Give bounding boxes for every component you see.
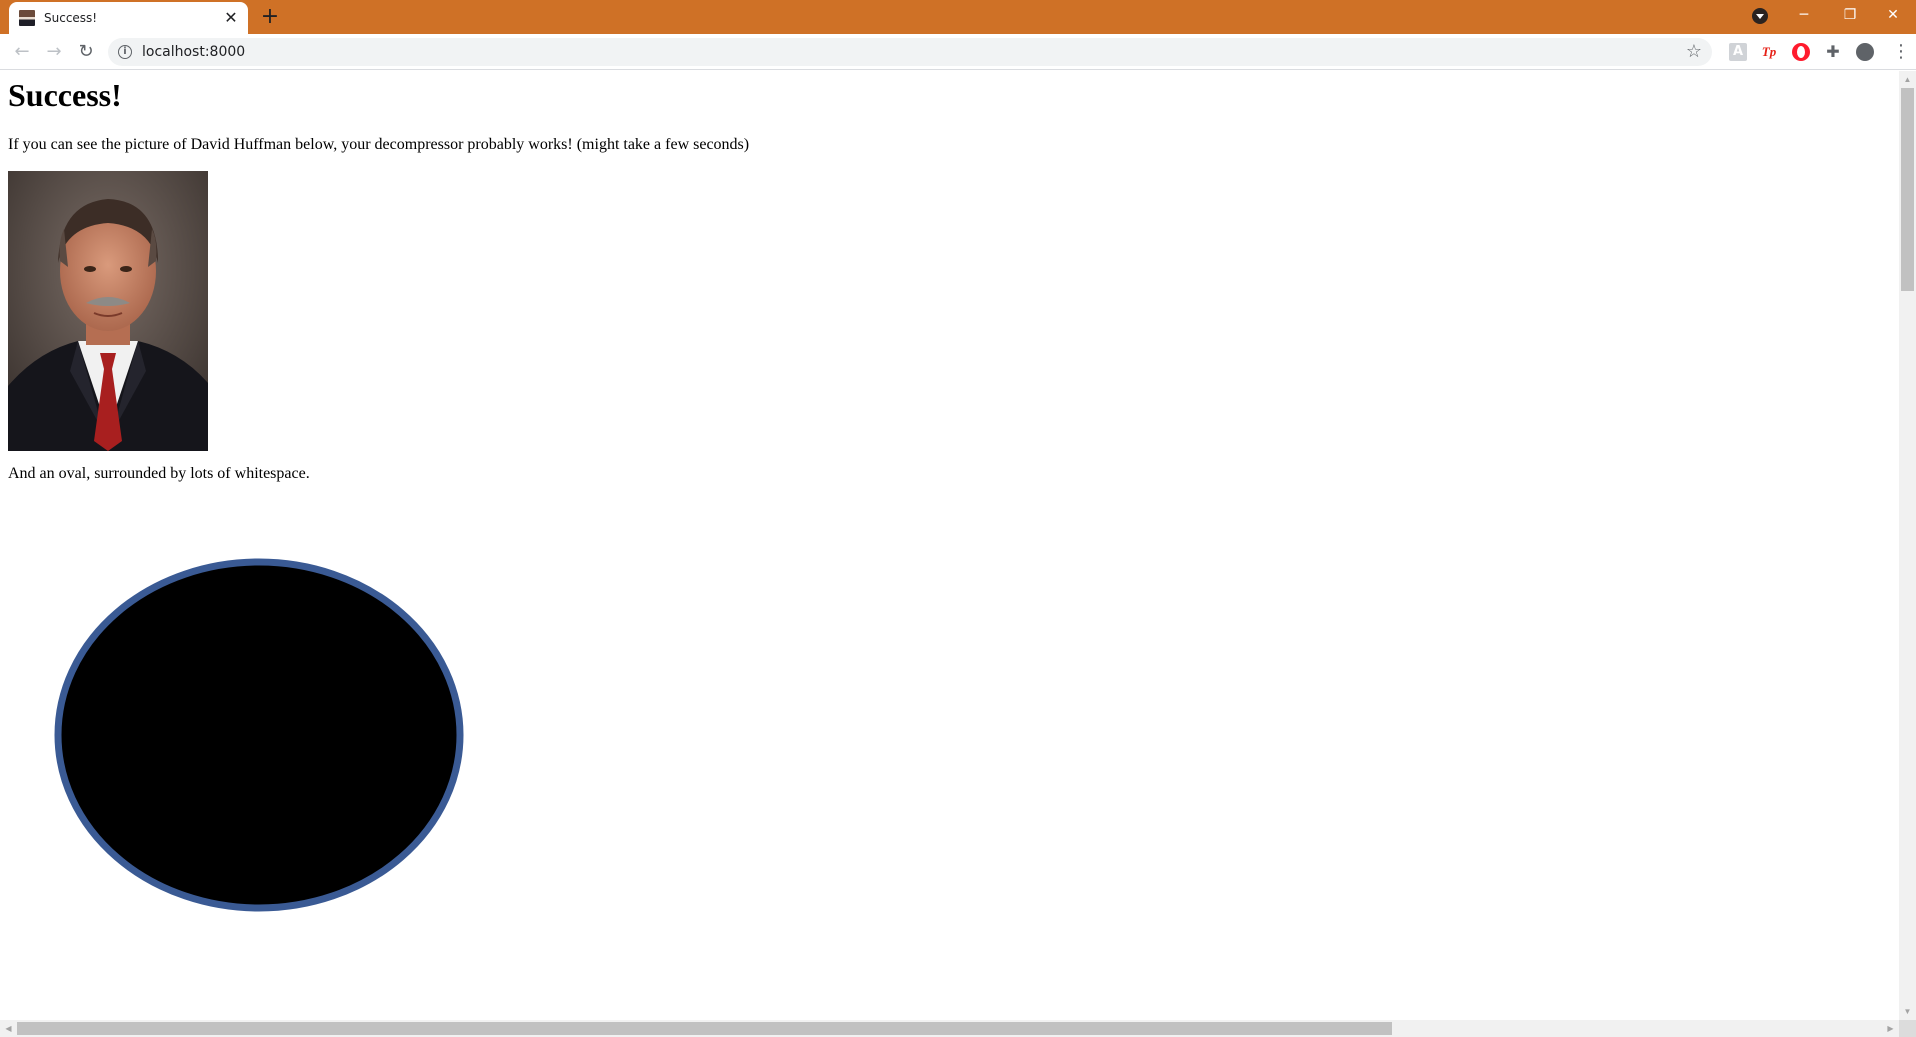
vertical-scrollbar[interactable]: ▲ ▼ [1899, 71, 1916, 1020]
url-text[interactable]: localhost:8000 [142, 44, 245, 60]
tab-search-icon[interactable] [1752, 8, 1768, 24]
restore-button[interactable]: ❐ [1827, 0, 1873, 30]
reload-button[interactable]: ↻ [72, 40, 100, 64]
scroll-down-icon[interactable]: ▼ [1899, 1003, 1916, 1020]
browser-toolbar: ← → ↻ i localhost:8000 ☆ A Tp ✚ ⋮ [0, 34, 1916, 70]
scrollbar-corner [1899, 1020, 1916, 1037]
opera-icon[interactable] [1792, 43, 1810, 61]
puzzle-icon[interactable]: ✚ [1824, 43, 1842, 61]
ext-generic-icon[interactable]: A [1729, 43, 1747, 61]
title-bar: Success! ✕ + ─ ❐ ✕ [0, 0, 1916, 34]
horizontal-scrollbar[interactable]: ◀ ▶ [0, 1020, 1899, 1037]
oval-caption: And an oval, surrounded by lots of white… [8, 465, 310, 482]
back-button[interactable]: ← [8, 40, 36, 64]
scroll-right-icon[interactable]: ▶ [1882, 1020, 1899, 1037]
oval-shape [54, 558, 464, 912]
tab-title: Success! [44, 11, 98, 25]
portrait-favicon-icon [19, 10, 35, 26]
browser-tab[interactable]: Success! ✕ [9, 2, 248, 34]
forward-button[interactable]: → [40, 40, 68, 64]
horizontal-scroll-thumb[interactable] [17, 1022, 1392, 1035]
tab-close-icon[interactable]: ✕ [222, 9, 240, 27]
menu-icon[interactable]: ⋮ [1892, 42, 1910, 62]
page-title: Success! [8, 77, 122, 113]
new-tab-button[interactable]: + [258, 5, 282, 29]
intro-text: If you can see the picture of David Huff… [8, 136, 750, 153]
address-bar[interactable]: i localhost:8000 ☆ [108, 38, 1712, 66]
minimize-button[interactable]: ─ [1781, 0, 1827, 30]
scroll-left-icon[interactable]: ◀ [0, 1020, 17, 1037]
page-viewport: Success! If you can see the picture of D… [0, 71, 1916, 1037]
profile-icon[interactable] [1856, 43, 1874, 61]
oval-graphic [52, 557, 466, 913]
scroll-up-icon[interactable]: ▲ [1899, 71, 1916, 88]
info-icon[interactable]: i [118, 45, 132, 59]
close-window-button[interactable]: ✕ [1870, 0, 1916, 30]
tampermonkey-icon[interactable]: Tp [1760, 43, 1778, 61]
bookmark-star-icon[interactable]: ☆ [1686, 41, 1702, 62]
vertical-scroll-thumb[interactable] [1901, 88, 1914, 291]
huffman-portrait [8, 171, 208, 451]
